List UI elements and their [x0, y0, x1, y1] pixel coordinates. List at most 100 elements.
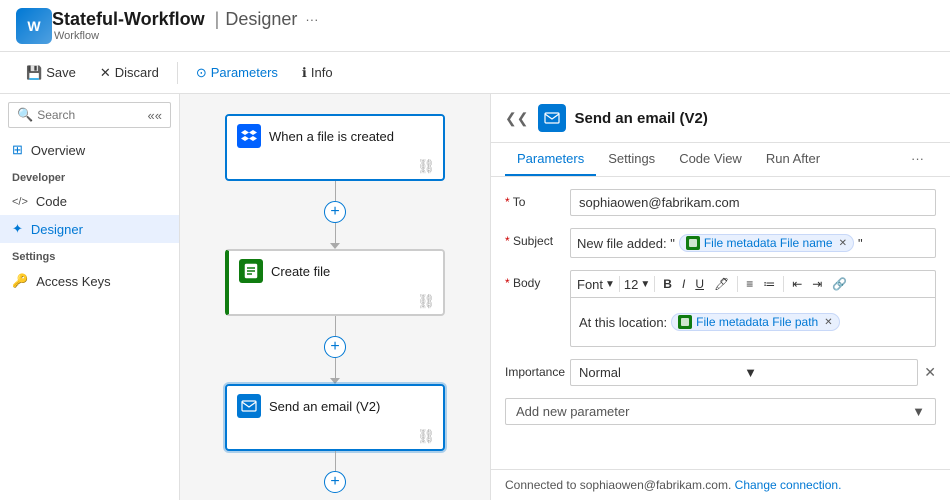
workflow-canvas[interactable]: When a file is created ⛓ + Cre: [180, 94, 490, 500]
indent-right-button[interactable]: ⇥: [808, 275, 826, 293]
unordered-list-button[interactable]: ≡: [742, 275, 757, 293]
parameters-icon: ⊙: [196, 65, 207, 81]
body-token-icon: [678, 315, 692, 329]
send-email-node[interactable]: Send an email (V2) ⛓: [225, 384, 445, 451]
settings-section-label: Settings: [0, 243, 179, 267]
highlight-button[interactable]: 🖊: [710, 275, 733, 293]
send-email-node-header: Send an email (V2): [227, 386, 443, 426]
sidebar-item-overview[interactable]: ⊞ Overview: [0, 136, 179, 164]
font-label: Font: [577, 277, 603, 292]
subject-token-remove[interactable]: ✕: [839, 238, 847, 249]
panel-app-icon: [538, 104, 566, 132]
to-label: * To: [505, 189, 570, 209]
body-editor[interactable]: At this location: File metadata File pat…: [570, 297, 936, 347]
add-step-button-bottom[interactable]: +: [324, 471, 346, 493]
sidebar: 🔍 « ⊞ Overview Developer </> Code ✦ Desi…: [0, 94, 180, 500]
save-icon: 💾: [26, 65, 42, 81]
font-size-dropdown[interactable]: 12 ▼: [624, 277, 650, 292]
connector-line-2b: [335, 358, 336, 378]
subject-value[interactable]: New file added: " File metadata File nam…: [570, 228, 936, 258]
toolbar-sep-4: [783, 276, 784, 292]
access-icon: 🔑: [12, 273, 28, 289]
importance-value[interactable]: Normal ▼ ✕: [570, 359, 936, 386]
to-field-row: * To: [505, 189, 936, 216]
add-step-button-2[interactable]: +: [324, 336, 346, 358]
font-dropdown[interactable]: Font ▼: [577, 277, 615, 292]
subject-token-icon: [686, 236, 700, 250]
change-connection-link[interactable]: Change connection.: [735, 478, 842, 492]
add-step-button-1[interactable]: +: [324, 201, 346, 223]
body-token-chip[interactable]: File metadata File path ✕: [671, 313, 839, 331]
add-parameter-chevron-icon: ▼: [912, 404, 925, 419]
connector-1: +: [324, 181, 346, 249]
search-input[interactable]: [37, 108, 143, 122]
create-file-node-header: Create file: [229, 251, 443, 291]
importance-field-row: Importance Normal ▼ ✕: [505, 359, 936, 386]
send-email-node-title: Send an email (V2): [269, 399, 380, 414]
panel-footer: Connected to sophiaowen@fabrikam.com. Ch…: [491, 469, 950, 500]
connector-line-bottom: [335, 451, 336, 471]
body-token-remove[interactable]: ✕: [824, 317, 832, 328]
subject-token-field[interactable]: New file added: " File metadata File nam…: [570, 228, 936, 258]
sidebar-item-access-keys[interactable]: 🔑 Access Keys: [0, 267, 179, 295]
ordered-list-button[interactable]: ≔: [759, 275, 779, 293]
main-area: 🔍 « ⊞ Overview Developer </> Code ✦ Desi…: [0, 94, 950, 500]
toolbar-separator: [177, 62, 178, 84]
body-token-label: File metadata File path: [696, 315, 818, 329]
view-name: Designer: [225, 9, 297, 30]
body-field-row: * Body Font ▼ 12 ▼ B: [505, 270, 936, 347]
panel-expand-button[interactable]: ❮❮: [505, 110, 528, 127]
toolbar-sep-3: [737, 276, 738, 292]
tab-parameters[interactable]: Parameters: [505, 143, 596, 176]
file-icon: [239, 259, 263, 283]
font-size-value: 12: [624, 277, 638, 292]
importance-chevron-icon: ▼: [744, 365, 909, 380]
info-icon: ℹ: [302, 65, 307, 81]
tab-settings[interactable]: Settings: [596, 143, 667, 176]
sidebar-item-code[interactable]: </> Code: [0, 188, 179, 215]
importance-select[interactable]: Normal ▼: [570, 359, 918, 386]
subject-token-chip[interactable]: File metadata File name ✕: [679, 234, 854, 252]
subject-suffix: ": [858, 236, 863, 251]
trigger-node[interactable]: When a file is created ⛓: [225, 114, 445, 181]
overview-icon: ⊞: [12, 142, 23, 158]
importance-label: Importance: [505, 359, 570, 379]
header-more-button[interactable]: ···: [305, 12, 318, 27]
workflow-name: Stateful-Workflow: [52, 9, 205, 30]
rich-text-toolbar: Font ▼ 12 ▼ B I U 🖊: [570, 270, 936, 297]
right-panel: ❮❮ Send an email (V2) Parameters Setting…: [490, 94, 950, 500]
body-label: * Body: [505, 270, 570, 290]
to-value[interactable]: [570, 189, 936, 216]
developer-section-label: Developer: [0, 164, 179, 188]
add-parameter-row[interactable]: Add new parameter ▼: [505, 398, 936, 425]
create-file-node-title: Create file: [271, 264, 330, 279]
tab-code-view[interactable]: Code View: [667, 143, 754, 176]
header-separator: |: [215, 9, 220, 30]
save-button[interactable]: 💾 Save: [16, 60, 86, 86]
search-container[interactable]: 🔍 «: [8, 102, 171, 128]
trigger-link-icon: ⛓: [417, 158, 435, 175]
create-file-node[interactable]: Create file ⛓: [225, 249, 445, 316]
to-input[interactable]: [570, 189, 936, 216]
sidebar-item-designer[interactable]: ✦ Designer: [0, 215, 179, 243]
trigger-node-footer: ⛓: [227, 156, 443, 179]
footer-text: Connected to sophiaowen@fabrikam.com.: [505, 478, 731, 492]
toolbar-sep-1: [619, 276, 620, 292]
tab-run-after[interactable]: Run After: [754, 143, 832, 176]
panel-title: Send an email (V2): [574, 110, 707, 127]
underline-button[interactable]: U: [691, 275, 708, 293]
font-chevron: ▼: [605, 279, 615, 290]
importance-clear-button[interactable]: ✕: [924, 364, 936, 381]
email-icon: [237, 394, 261, 418]
parameters-button[interactable]: ⊙ Parameters: [186, 60, 288, 86]
discard-button[interactable]: ✕ Discard: [90, 60, 169, 86]
italic-button[interactable]: I: [678, 275, 689, 293]
link-button[interactable]: 🔗: [828, 275, 851, 293]
add-parameter-label: Add new parameter: [516, 404, 912, 419]
bold-button[interactable]: B: [659, 275, 676, 293]
tab-more[interactable]: ···: [899, 143, 936, 176]
info-button[interactable]: ℹ Info: [292, 60, 343, 86]
toolbar: 💾 Save ✕ Discard ⊙ Parameters ℹ Info: [0, 52, 950, 94]
indent-left-button[interactable]: ⇤: [788, 275, 806, 293]
sidebar-collapse-button[interactable]: «: [148, 108, 162, 123]
